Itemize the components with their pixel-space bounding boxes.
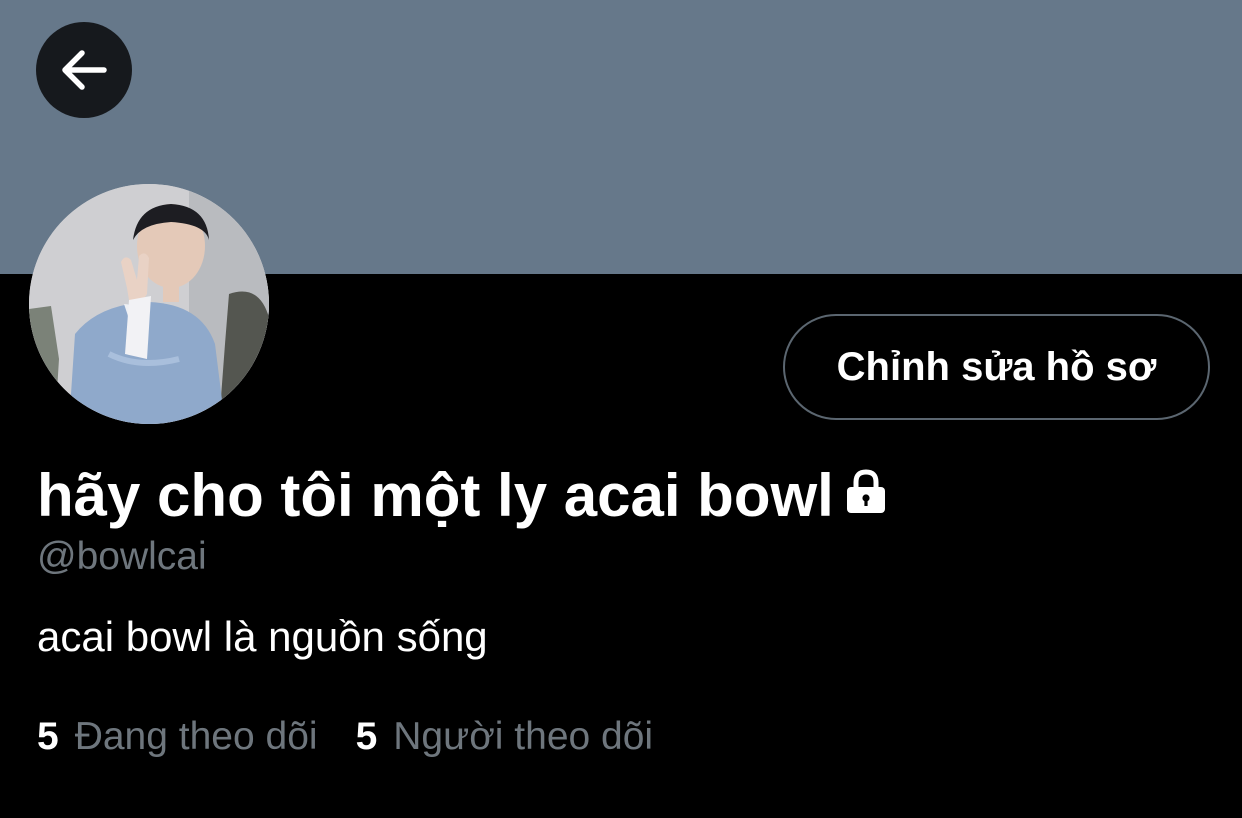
profile-bio: acai bowl là nguồn sống bbox=[37, 613, 488, 660]
profile-handle: @bowlcai bbox=[37, 535, 207, 578]
following-count: 5 bbox=[37, 715, 59, 758]
profile-stats: 5 Đang theo dõi 5 Người theo dõi bbox=[37, 711, 653, 763]
followers-label: Người theo dõi bbox=[393, 715, 654, 758]
edit-profile-button[interactable]: Chỉnh sửa hồ sơ bbox=[783, 314, 1210, 420]
lock-icon bbox=[842, 468, 890, 519]
display-name: hãy cho tôi một ly acai bowl bbox=[37, 462, 834, 529]
avatar[interactable] bbox=[29, 184, 269, 424]
back-button[interactable] bbox=[36, 22, 132, 118]
profile-photo bbox=[29, 184, 269, 424]
following-link[interactable]: 5 Đang theo dõi bbox=[37, 711, 318, 763]
followers-count: 5 bbox=[355, 715, 378, 758]
following-label: Đang theo dõi bbox=[74, 715, 318, 758]
followers-link[interactable]: 5 Người theo dõi bbox=[356, 711, 654, 763]
arrow-left-icon bbox=[62, 50, 107, 90]
display-name-row: hãy cho tôi một ly acai bowl bbox=[37, 460, 890, 532]
